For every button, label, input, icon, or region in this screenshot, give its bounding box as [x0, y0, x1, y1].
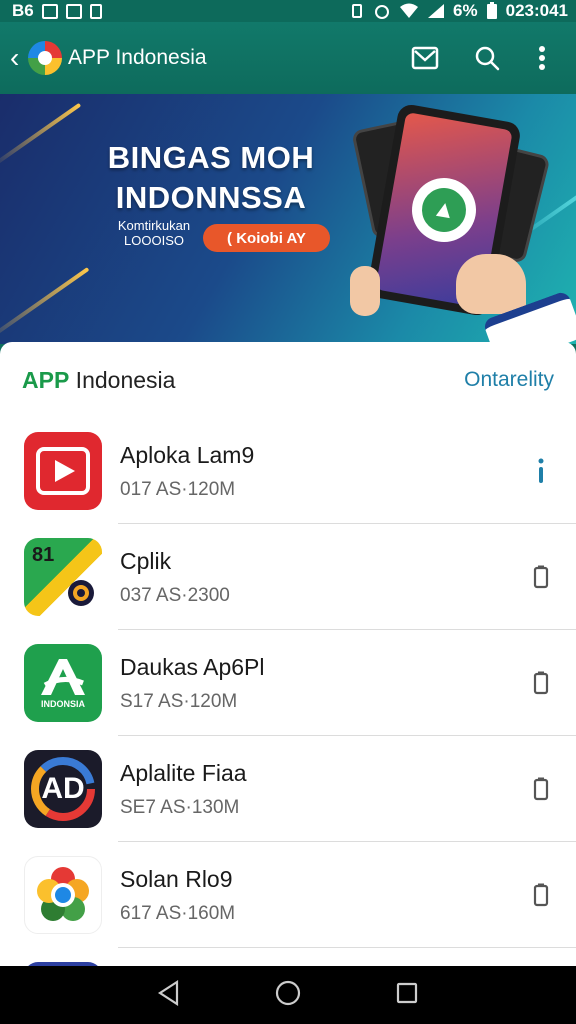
banner-headline: BINGAS MOH INDONNSSA	[107, 140, 315, 215]
hand-illustration	[456, 254, 526, 314]
section-header: APP Indonesia Ontarelity	[0, 342, 576, 418]
app-name: Aploka Lam9	[120, 441, 255, 468]
banner-cta-button[interactable]: ( Koiobi AY	[203, 224, 330, 252]
banner-subtext: Komtirkukan LOOOISO	[117, 218, 191, 248]
back-triangle-icon	[157, 979, 178, 1006]
store-app-icon: ▲	[418, 184, 470, 236]
chrome-flower-icon	[24, 856, 102, 934]
see-all-link[interactable]: Ontarelity	[464, 368, 554, 392]
image-notification-icon	[65, 3, 82, 19]
recents-square-icon	[397, 982, 418, 1003]
phone-outline-icon	[533, 777, 549, 801]
app-icon-caption: INDONSIA	[40, 699, 85, 709]
status-left: B6	[12, 1, 102, 21]
battery-icon	[486, 2, 497, 19]
status-right: 6% 023:041	[349, 1, 568, 21]
list-item[interactable]: INDONSIA Daukas Ap6Pl S17 AS·120M	[0, 630, 576, 736]
app-logo	[28, 41, 62, 75]
section-title: APP Indonesia	[22, 366, 176, 393]
mail-button[interactable]	[394, 33, 456, 83]
signal-icon	[428, 4, 445, 18]
back-nav-button[interactable]	[157, 979, 181, 1011]
app-list-card: APP Indonesia Ontarelity Aploka Lam9 017…	[0, 342, 576, 966]
list-item[interactable]: AD Aplalite Fiaa SE7 AS·130M	[0, 736, 576, 842]
recents-nav-button[interactable]	[395, 981, 419, 1010]
app-meta: 017 AS·120M	[120, 478, 236, 500]
list-item[interactable]: Solan Rlo9 617 AS·160M	[0, 842, 576, 948]
ad-icon: AD	[24, 750, 102, 828]
app-bar: ‹ APP Indonesia	[0, 22, 576, 94]
download-button[interactable]	[506, 671, 576, 695]
phone-outline-icon	[533, 883, 549, 907]
app-icon-badge: AD	[41, 772, 85, 805]
maps-icon: 81	[24, 538, 102, 616]
download-button[interactable]	[506, 777, 576, 801]
app-icon-badge: 81	[32, 544, 55, 566]
phone-outline-icon	[533, 565, 549, 589]
app-name: Daukas Ap6Pl	[120, 653, 265, 680]
search-button[interactable]	[456, 33, 518, 83]
app-name: Cplik	[120, 547, 172, 574]
list-item[interactable]: Aploka Lam9 017 AS·120M	[0, 418, 576, 524]
home-nav-button[interactable]	[274, 979, 302, 1012]
promo-banner[interactable]: BINGAS MOH INDONNSSA Komtirkukan LOOOISO…	[0, 94, 576, 344]
banner-streak	[0, 102, 82, 170]
letter-a-icon: INDONSIA	[24, 644, 102, 722]
alarm-icon	[375, 5, 390, 19]
hand-illustration	[350, 266, 380, 316]
more-vert-icon	[539, 46, 545, 70]
home-circle-icon	[275, 980, 301, 1005]
sim-icon	[89, 3, 102, 19]
status-bar: B6 6% 023:041	[0, 0, 576, 22]
battery-percent: 6%	[453, 1, 478, 20]
list-item[interactable]	[0, 948, 576, 966]
app-meta: S17 AS·120M	[120, 690, 238, 712]
status-carrier: B6	[12, 1, 34, 20]
play-icon	[24, 432, 102, 510]
app-name: Solan Rlo9	[120, 865, 233, 892]
back-arrow-icon[interactable]: ‹	[10, 44, 26, 72]
wifi-icon	[400, 3, 419, 18]
list-item[interactable]: 81 Cplik 037 AS·2300	[0, 524, 576, 630]
app-meta: 037 AS·2300	[120, 584, 230, 606]
banner-streak	[0, 267, 90, 344]
system-nav-bar	[0, 966, 576, 1024]
notification-icon	[41, 3, 58, 19]
app-meta: 617 AS·160M	[120, 902, 236, 924]
phone-outline-icon	[533, 671, 549, 695]
app-meta: SE7 AS·130M	[120, 796, 240, 818]
download-button[interactable]	[506, 565, 576, 589]
mail-icon	[411, 46, 439, 70]
info-icon	[538, 458, 544, 483]
vibrate-icon	[352, 4, 363, 18]
status-time: 023:041	[505, 1, 568, 20]
search-icon	[475, 46, 500, 71]
overflow-menu-button[interactable]	[518, 33, 566, 83]
download-button[interactable]	[506, 883, 576, 907]
app-name: Aplalite Fiaa	[120, 759, 247, 786]
app-title: APP Indonesia	[68, 46, 207, 69]
app-info-button[interactable]	[506, 458, 576, 484]
